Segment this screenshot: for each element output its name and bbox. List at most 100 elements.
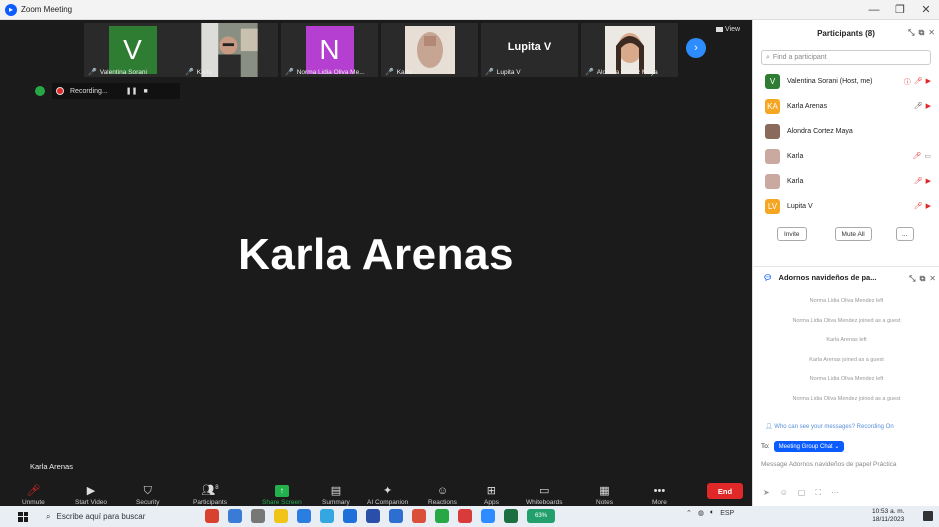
security-button[interactable]: ⛉ Security (136, 478, 159, 506)
language-indicator[interactable]: ESP (720, 510, 734, 517)
zoom-taskbar-icon[interactable] (481, 509, 495, 523)
chat-recipient: To: Meeting Group Chat ⌄ (761, 441, 845, 452)
participant-search-input[interactable]: ⌕ Find a participant (761, 50, 931, 65)
notes-button[interactable]: ▦ Notes (596, 478, 613, 506)
view-button[interactable]: View (716, 26, 740, 33)
participants-more-button[interactable]: ... (895, 227, 914, 241)
popout-icon[interactable]: ⧉ (920, 274, 926, 284)
unmute-button[interactable]: 🎤︎ Unmute (22, 478, 45, 506)
participant-row[interactable]: V Valentina Sorani (Host, me) ⓘ 🎤︎ ▶︎ (753, 69, 939, 94)
app-icon[interactable] (366, 509, 380, 523)
tile-name-bar: 🎤 Alondra Cortez Maya (585, 68, 658, 77)
chevron-right-icon: › (694, 42, 698, 54)
app-icon[interactable] (343, 509, 357, 523)
close-panel-icon[interactable]: ✕ (929, 274, 936, 284)
app-icon[interactable] (297, 509, 311, 523)
participant-row[interactable]: LV Lupita V 🎤︎ ▶︎ (753, 194, 939, 219)
clock-time: 10:53 a. m. (872, 508, 905, 515)
taskbar-search-input[interactable]: ⌕ Escribe aquí para buscar (40, 508, 190, 525)
whiteboards-label: Whiteboards (526, 499, 563, 506)
video-tile[interactable]: Lupita V 🎤 Lupita V (481, 23, 578, 77)
chat-title: Adornos navideños de pa... (778, 273, 877, 282)
app-icon[interactable] (458, 509, 472, 523)
close-button[interactable]: ✕ (913, 0, 939, 20)
summary-button[interactable]: ▤ Summary (322, 478, 350, 506)
video-tile[interactable]: N 🎤 Norma Lidia Oliva Me... (281, 23, 378, 77)
summary-label: Summary (322, 499, 350, 506)
next-page-button[interactable]: › (686, 38, 706, 58)
tile-name: Karla (196, 68, 212, 76)
share-screen-button[interactable]: ↑ Share Screen (262, 478, 302, 506)
more-icon[interactable]: ⋯ (831, 488, 839, 498)
participants-icon: 👥︎8 (201, 485, 219, 497)
ai-companion-button[interactable]: ✦ AI Companion (367, 478, 408, 506)
video-off-icon: ▶︎ (925, 203, 931, 210)
participants-button[interactable]: 👥︎8 Participants (193, 478, 227, 506)
participants-title: Participants (8) (817, 28, 875, 38)
reactions-button[interactable]: ☺ Reactions (428, 478, 457, 506)
taskbar-clock[interactable]: 10:53 a. m. 18/11/2023 (872, 508, 905, 524)
chevron-up-icon[interactable]: ⌃ (686, 509, 692, 517)
avatar: V (765, 74, 780, 89)
chevron-down-icon: ⌄ (834, 444, 840, 450)
chat-system-message: Norma Lidia Oliva Mendez joined as a gue… (792, 395, 901, 402)
video-tile[interactable]: 🎤 Alondra Cortez Maya (581, 23, 678, 77)
tile-name: Karla (396, 68, 412, 76)
tile-big-name: Lupita V (507, 41, 552, 53)
windows-start-icon[interactable] (18, 511, 28, 522)
participant-row[interactable]: Alondra Cortez Maya (753, 119, 939, 144)
video-tile[interactable]: V 🎤 Valentina Sorani (84, 23, 181, 77)
participant-row[interactable]: KA Karla Arenas 🎤︎ ▶︎ (753, 94, 939, 119)
restore-button[interactable]: ❐ (887, 0, 913, 20)
task-view-icon[interactable] (251, 509, 265, 523)
minimize-button[interactable]: — (861, 0, 887, 20)
collapse-icon[interactable]: ⤡ (908, 28, 914, 38)
who-can-see-link[interactable]: 👤︎ Who can see your messages? Recording … (765, 423, 894, 430)
app-icon[interactable] (320, 509, 334, 523)
participant-row[interactable]: Karla 🎤︎ ▭ (753, 144, 939, 169)
mic-off-icon: 🎤︎ (913, 178, 923, 185)
file-explorer-icon[interactable] (274, 509, 288, 523)
participant-row[interactable]: Karla 🎤︎ ▶︎ (753, 169, 939, 194)
windows-taskbar: ⌕ Escribe aquí para buscar 63% ⌃ ◍ 🔈︎ ES… (0, 506, 939, 527)
pause-recording-button[interactable]: ❚❚ (126, 87, 138, 95)
volume-icon[interactable]: 🔈︎ (710, 509, 714, 517)
collapse-icon[interactable]: ⤡ (909, 274, 915, 284)
chat-tools: ➤ ☺ ▢ ⛶ ⋯ (763, 488, 839, 498)
view-grid-icon (716, 27, 723, 32)
apps-button[interactable]: ⊞ Apps (484, 478, 499, 506)
mute-all-button[interactable]: Mute All (834, 227, 872, 241)
chrome-icon[interactable] (412, 509, 426, 523)
excel-icon[interactable] (504, 509, 518, 523)
start-video-button[interactable]: ▶︎ Start Video (75, 478, 107, 506)
network-icon[interactable]: ◍ (698, 509, 704, 517)
info-icon: ⓘ (903, 79, 911, 86)
chat-messages: Norma Lidia Oliva Mendez left Norma Lidi… (753, 292, 939, 409)
invite-button[interactable]: Invite (777, 227, 807, 241)
app-icon[interactable] (228, 509, 242, 523)
send-icon[interactable]: ➤ (763, 488, 770, 498)
video-icon: ▭ (924, 153, 931, 160)
app-icon[interactable] (389, 509, 403, 523)
mic-on-icon: 🎤︎ (913, 103, 923, 110)
video-tile[interactable]: 🎤 Karla (381, 23, 478, 77)
file-icon[interactable]: ▢ (798, 488, 806, 498)
app-icon[interactable] (435, 509, 449, 523)
stop-recording-button[interactable]: ■ (143, 88, 147, 95)
to-label: To: (761, 443, 770, 450)
close-panel-icon[interactable]: ✕ (928, 28, 935, 38)
more-button[interactable]: ••• More (652, 478, 667, 506)
emoji-icon[interactable]: ☺ (780, 488, 788, 498)
app-icon[interactable] (205, 509, 219, 523)
chat-message-input[interactable]: Message Adornos navideños de papel Práct… (761, 461, 897, 468)
popout-icon[interactable]: ⧉ (919, 28, 925, 38)
side-panel: Participants (8) ⤡ ⧉ ✕ ⌕ Find a participan… (752, 20, 939, 506)
screenshot-icon[interactable]: ⛶ (815, 488, 821, 498)
tile-name-bar: 🎤 Karla (385, 68, 412, 77)
recipient-dropdown[interactable]: Meeting Group Chat ⌄ (773, 441, 845, 452)
notifications-icon[interactable] (923, 511, 933, 521)
whiteboards-button[interactable]: ▭ Whiteboards (526, 478, 563, 506)
video-tile[interactable]: 🎤 Karla (181, 23, 278, 77)
avatar (765, 124, 780, 139)
end-meeting-button[interactable]: End (707, 483, 743, 499)
